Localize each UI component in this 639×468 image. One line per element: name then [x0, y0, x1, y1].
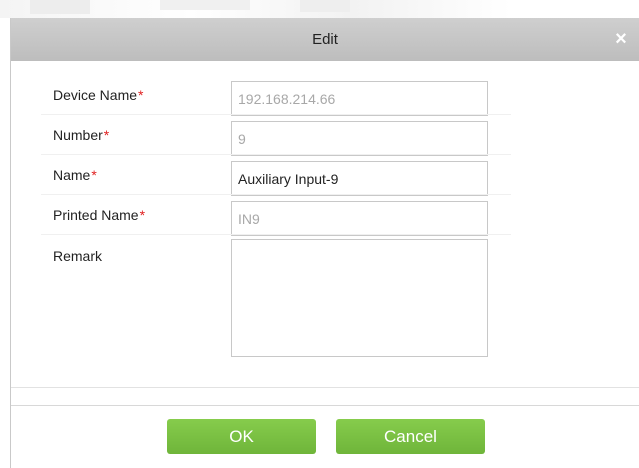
printed-name-label-text: Printed Name — [53, 207, 139, 223]
required-mark: * — [91, 167, 97, 183]
row-divider — [41, 234, 511, 235]
name-label: Name* — [53, 167, 97, 183]
device-name-label: Device Name* — [53, 87, 143, 103]
cancel-button[interactable]: Cancel — [336, 419, 485, 454]
remark-label: Remark — [53, 248, 103, 264]
row-divider — [41, 114, 511, 115]
edit-form: Device Name* Number* Name* Printed Name* — [41, 76, 511, 366]
ok-button[interactable]: OK — [167, 419, 316, 454]
footer-divider — [11, 405, 639, 406]
dialog-title: Edit — [312, 31, 338, 48]
background-block — [30, 0, 90, 14]
footer-divider — [11, 387, 639, 388]
required-mark: * — [139, 207, 146, 223]
number-label-text: Number — [53, 127, 103, 143]
form-row-number: Number* — [41, 116, 511, 156]
name-label-text: Name — [53, 167, 91, 183]
form-row-remark: Remark — [41, 236, 511, 366]
required-mark: * — [103, 127, 110, 143]
required-mark: * — [138, 87, 144, 103]
page: Edit × Device Name* Number* Name* Printe… — [0, 0, 639, 468]
background-block — [300, 0, 350, 12]
edit-dialog: Edit × Device Name* Number* Name* Printe… — [10, 18, 639, 468]
number-label: Number* — [53, 127, 109, 143]
printed-name-field — [231, 201, 488, 236]
printed-name-label: Printed Name* — [53, 207, 145, 223]
number-field — [231, 121, 488, 156]
device-name-label-text: Device Name — [53, 87, 138, 103]
close-icon[interactable]: × — [609, 27, 633, 51]
form-row-printed-name: Printed Name* — [41, 196, 511, 236]
device-name-field — [231, 81, 488, 116]
background-block — [160, 0, 250, 10]
row-divider — [41, 194, 511, 195]
form-row-device-name: Device Name* — [41, 76, 511, 116]
name-field[interactable] — [231, 161, 488, 196]
remark-textarea[interactable] — [231, 239, 488, 357]
form-row-name: Name* — [41, 156, 511, 196]
row-divider — [41, 154, 511, 155]
